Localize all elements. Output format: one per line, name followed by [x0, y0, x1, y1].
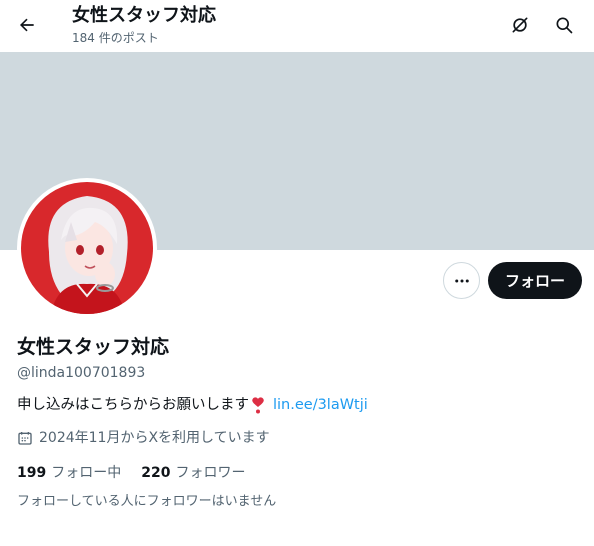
back-arrow-icon: [20, 18, 34, 32]
more-options-button[interactable]: [443, 262, 480, 299]
bio: 申し込みはこちらからお願いします lin.ee/3laWtji: [17, 395, 368, 415]
back-button[interactable]: [10, 8, 44, 42]
followers-label: フォロワー: [175, 465, 246, 481]
following-label: フォロー中: [51, 465, 122, 481]
joined-date: 2024年11月からXを利用しています: [17, 428, 270, 448]
joined-text: 2024年11月からXを利用しています: [39, 430, 270, 446]
grok-button[interactable]: [503, 8, 537, 42]
following-count: 199: [17, 465, 47, 481]
followers-count: 220: [141, 465, 171, 481]
avatar-image: [21, 182, 153, 314]
search-icon: [556, 17, 573, 34]
header-title-block: 女性スタッフ対応 184 件のポスト: [72, 4, 216, 46]
display-name: 女性スタッフ対応: [17, 336, 170, 358]
followers-link[interactable]: 220 フォロワー: [141, 463, 245, 483]
follow-stats: 199 フォロー中 220 フォロワー: [17, 463, 265, 483]
search-button[interactable]: [547, 8, 581, 42]
heart-exclamation-icon: [251, 396, 265, 414]
mutual-followers-note: フォローしている人にフォロワーはいません: [17, 494, 277, 509]
bio-text: 申し込みはこちらからお願いします: [17, 397, 249, 413]
post-count: 184 件のポスト: [72, 31, 159, 45]
header-title: 女性スタッフ対応: [72, 5, 216, 26]
follow-button[interactable]: フォロー: [488, 262, 582, 299]
grok-icon: [512, 17, 528, 33]
top-header: 女性スタッフ対応 184 件のポスト: [0, 0, 594, 52]
user-handle: @linda100701893: [17, 365, 146, 381]
profile-page: 女性スタッフ対応 184 件のポスト フォロー 女性スタッフ対応 @linda1…: [0, 0, 594, 546]
bio-link[interactable]: lin.ee/3laWtji: [273, 395, 368, 415]
avatar[interactable]: [17, 178, 157, 318]
more-icon: [454, 279, 469, 282]
following-link[interactable]: 199 フォロー中: [17, 463, 121, 483]
calendar-icon: [18, 432, 32, 445]
